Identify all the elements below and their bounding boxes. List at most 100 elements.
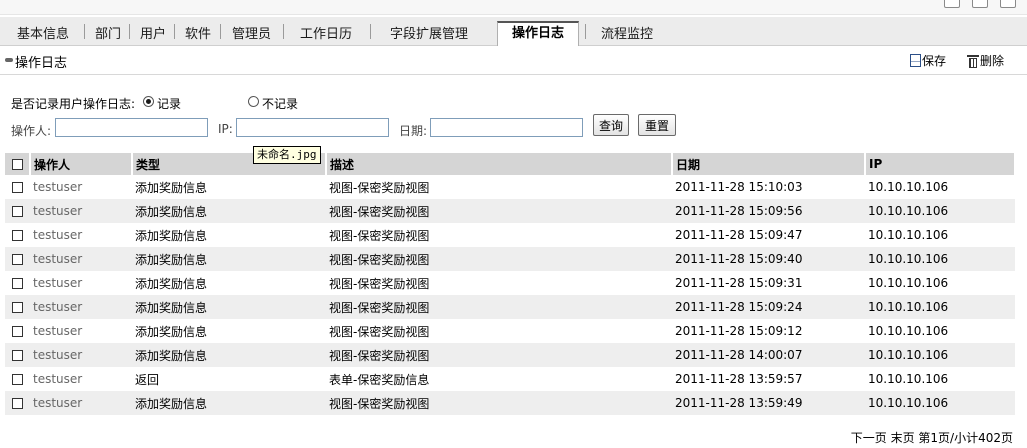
cell-description: 视图-保密奖励视图 [326, 247, 672, 271]
maximize-icon[interactable] [972, 0, 988, 8]
cell-operator: testuser [33, 372, 83, 386]
cell-operator: testuser [33, 324, 83, 338]
row-checkbox[interactable] [12, 230, 23, 241]
pagination: 下一页 末页 第1页/小计402页 [851, 429, 1013, 446]
table-row[interactable]: testuser 添加奖励信息 视图-保密奖励视图 2011-11-28 13:… [5, 391, 1015, 415]
row-select-cell [5, 367, 30, 391]
cell-ip: 10.10.10.106 [865, 391, 1015, 415]
cell-description: 视图-保密奖励视图 [326, 343, 672, 367]
tab-process-monitor[interactable]: 流程监控 [601, 23, 653, 42]
row-select-cell [5, 247, 30, 271]
record-off-radio[interactable] [248, 96, 259, 107]
tab-department[interactable]: 部门 [95, 23, 121, 42]
row-checkbox[interactable] [12, 350, 23, 361]
next-page-link[interactable]: 下一页 [851, 431, 887, 445]
column-header-ip[interactable]: IP [865, 153, 1016, 175]
save-icon [910, 54, 921, 67]
row-checkbox[interactable] [12, 254, 23, 265]
cell-description: 视图-保密奖励视图 [329, 276, 430, 291]
tab-separator [174, 24, 175, 39]
row-select-cell [5, 295, 30, 319]
cell-ip: 10.10.10.106 [868, 228, 949, 242]
cell-operator: testuser [30, 295, 132, 319]
record-log-question: 是否记录用户操作日志: [11, 97, 136, 111]
tab-field-extension[interactable]: 字段扩展管理 [390, 23, 468, 42]
column-header-date[interactable]: 日期 [672, 153, 866, 175]
cell-ip: 10.10.10.106 [865, 295, 1015, 319]
cell-type: 添加奖励信息 [135, 276, 208, 291]
table-row[interactable]: testuser 添加奖励信息 视图-保密奖励视图 2011-11-28 15:… [5, 271, 1015, 295]
row-checkbox[interactable] [12, 302, 23, 313]
record-off-label[interactable]: 不记录 [262, 95, 298, 112]
tab-software[interactable]: 软件 [185, 23, 211, 42]
page-title: 操作日志 [15, 56, 68, 71]
ip-label: IP: [218, 122, 233, 136]
column-header-operator[interactable]: 操作人 [30, 153, 133, 175]
cell-description: 视图-保密奖励视图 [329, 180, 430, 195]
tab-separator [283, 24, 284, 39]
row-checkbox[interactable] [12, 326, 23, 337]
bullet-icon [5, 58, 13, 62]
ip-input[interactable] [236, 118, 389, 137]
window-title-strip [0, 0, 1027, 15]
cell-type: 添加奖励信息 [135, 324, 208, 339]
table-row[interactable]: testuser 添加奖励信息 视图-保密奖励视图 2011-11-28 15:… [5, 199, 1015, 223]
table-row[interactable]: testuser 添加奖励信息 视图-保密奖励视图 2011-11-28 14:… [5, 343, 1015, 367]
row-checkbox[interactable] [12, 398, 23, 409]
tab-admins[interactable]: 管理员 [232, 23, 271, 42]
cell-date: 2011-11-28 15:09:56 [672, 199, 865, 223]
cell-ip: 10.10.10.106 [865, 247, 1015, 271]
minimize-icon[interactable] [944, 0, 960, 8]
cell-type: 返回 [135, 372, 160, 387]
row-checkbox[interactable] [12, 206, 23, 217]
row-checkbox[interactable] [12, 374, 23, 385]
tab-basic-info[interactable]: 基本信息 [17, 23, 69, 42]
table-row[interactable]: testuser 添加奖励信息 视图-保密奖励视图 2011-11-28 15:… [5, 247, 1015, 271]
tab-users[interactable]: 用户 [140, 23, 166, 42]
row-checkbox[interactable] [12, 278, 23, 289]
column-header-description[interactable]: 描述 [326, 153, 673, 175]
table-row[interactable]: testuser 添加奖励信息 视图-保密奖励视图 2011-11-28 15:… [5, 295, 1015, 319]
cell-ip: 10.10.10.106 [868, 372, 949, 386]
cell-date: 2011-11-28 15:09:12 [675, 324, 803, 338]
table-row[interactable]: testuser 添加奖励信息 视图-保密奖励视图 2011-11-28 15:… [5, 223, 1015, 247]
cell-description: 视图-保密奖励视图 [326, 295, 672, 319]
cell-type: 添加奖励信息 [132, 199, 326, 223]
row-select-cell [5, 199, 30, 223]
select-all-checkbox[interactable] [12, 159, 23, 170]
cell-date: 2011-11-28 13:59:57 [675, 372, 803, 386]
cell-ip: 10.10.10.106 [868, 324, 949, 338]
record-on-label[interactable]: 记录 [157, 95, 181, 112]
delete-button[interactable]: 删除 [967, 52, 1004, 69]
table-row[interactable]: testuser 添加奖励信息 视图-保密奖励视图 2011-11-28 15:… [5, 175, 1015, 199]
cell-description: 表单-保密奖励信息 [329, 372, 430, 387]
cell-date: 2011-11-28 15:10:03 [675, 180, 803, 194]
table-row[interactable]: testuser 添加奖励信息 视图-保密奖励视图 2011-11-28 15:… [5, 319, 1015, 343]
row-select-cell [5, 175, 30, 199]
reset-button[interactable]: 重置 [638, 114, 676, 136]
tab-operation-log[interactable]: 操作日志 [497, 21, 579, 46]
row-select-cell [5, 343, 30, 367]
tab-bar: 基本信息 部门 用户 软件 管理员 工作日历 字段扩展管理 操作日志 流程监控 [0, 17, 1027, 46]
query-button[interactable]: 查询 [593, 114, 629, 136]
row-select-cell [5, 319, 30, 343]
record-on-radio[interactable] [143, 96, 154, 107]
cell-type: 添加奖励信息 [132, 343, 326, 367]
cell-date: 2011-11-28 15:09:47 [675, 228, 803, 242]
tab-separator [585, 24, 586, 39]
date-input[interactable] [430, 118, 583, 137]
tab-separator [370, 24, 371, 39]
tab-separator [129, 24, 130, 39]
last-page-link[interactable]: 末页 [891, 431, 915, 445]
cell-ip: 10.10.10.106 [865, 199, 1015, 223]
row-checkbox[interactable] [12, 182, 23, 193]
cell-description: 视图-保密奖励视图 [326, 199, 672, 223]
operator-input[interactable] [55, 118, 208, 137]
cell-ip: 10.10.10.106 [865, 343, 1015, 367]
tab-work-calendar[interactable]: 工作日历 [300, 23, 352, 42]
trash-icon [967, 54, 979, 68]
close-icon[interactable] [1000, 0, 1016, 8]
table-row[interactable]: testuser 返回 表单-保密奖励信息 2011-11-28 13:59:5… [5, 367, 1015, 391]
save-button[interactable]: 保存 [910, 52, 946, 69]
cell-date: 2011-11-28 15:09:24 [672, 295, 865, 319]
